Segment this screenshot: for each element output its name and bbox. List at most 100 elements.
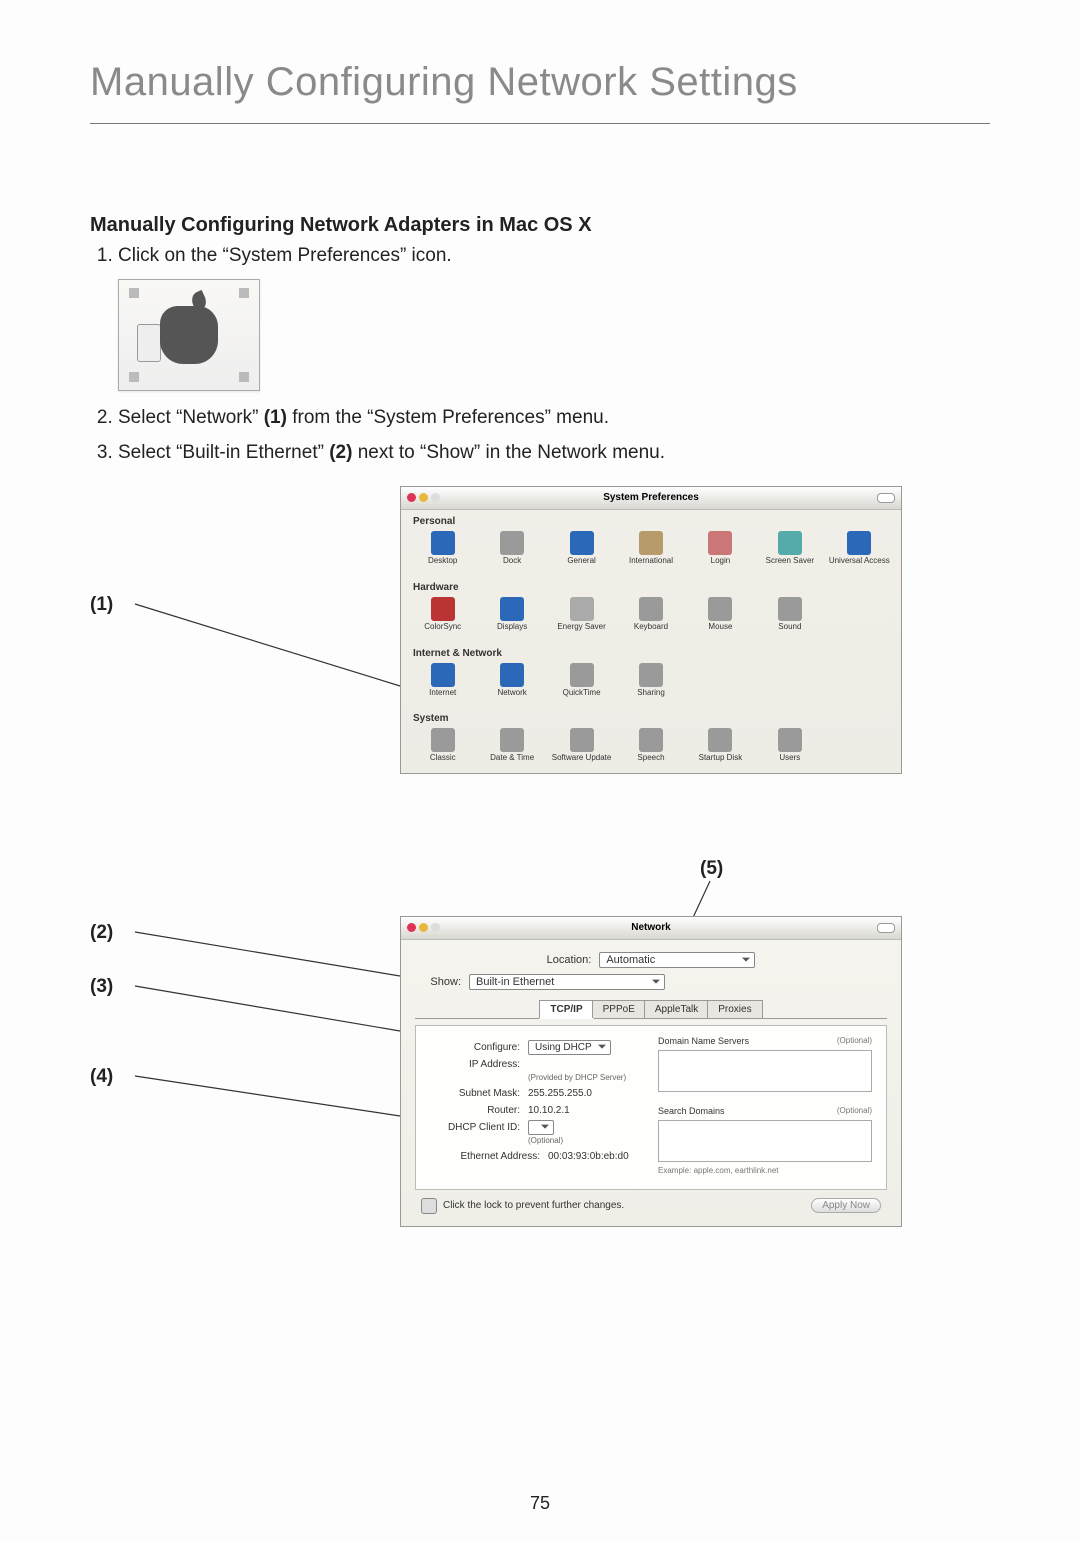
- pref-item[interactable]: Login: [689, 531, 752, 566]
- router-label: Router:: [430, 1105, 528, 1116]
- pref-item[interactable]: ColorSync: [411, 597, 474, 632]
- software-update-icon: [570, 728, 594, 752]
- search-optional: (Optional): [837, 1106, 872, 1115]
- pref-item[interactable]: Energy Saver: [550, 597, 613, 632]
- screensaver-icon: [778, 531, 802, 555]
- toolbar-pill-icon[interactable]: [877, 923, 895, 933]
- toolbar-pill-icon[interactable]: [877, 493, 895, 503]
- pref-item[interactable]: Date & Time: [480, 728, 543, 763]
- speech-icon: [639, 728, 663, 752]
- login-icon: [708, 531, 732, 555]
- step-3: Select “Built-in Ethernet” (2) next to “…: [118, 440, 990, 466]
- subnet-value: 255.255.255.0: [528, 1088, 644, 1099]
- configure-label: Configure:: [430, 1042, 528, 1053]
- energy-saver-icon: [570, 597, 594, 621]
- dns-input[interactable]: [658, 1050, 872, 1092]
- pref-item[interactable]: Desktop: [411, 531, 474, 566]
- window-title: Network: [401, 922, 901, 933]
- pref-item[interactable]: Displays: [480, 597, 543, 632]
- colorsync-icon: [431, 597, 455, 621]
- page-title: Manually Configuring Network Settings: [90, 60, 990, 124]
- configure-select[interactable]: Using DHCP: [528, 1040, 611, 1055]
- quicktime-icon: [570, 663, 594, 687]
- show-label: Show:: [415, 976, 469, 988]
- desktop-icon: [431, 531, 455, 555]
- universal-access-icon: [847, 531, 871, 555]
- pref-item[interactable]: Sharing: [619, 663, 682, 698]
- pref-item-network[interactable]: Network: [480, 663, 543, 698]
- ip-label: IP Address:: [430, 1059, 528, 1070]
- apply-now-button[interactable]: Apply Now: [811, 1198, 881, 1213]
- section-label: Hardware: [413, 582, 891, 593]
- ethernet-address-value: 00:03:93:0b:eb:d0: [548, 1151, 644, 1162]
- section-personal: Personal Desktop Dock General Internatio…: [401, 510, 901, 576]
- step-2-bold: (1): [264, 407, 287, 428]
- pref-item[interactable]: Speech: [619, 728, 682, 763]
- callout-4: (4): [90, 1066, 113, 1088]
- step-3-post: next to “Show” in the Network menu.: [352, 442, 665, 463]
- tab-proxies[interactable]: Proxies: [707, 1000, 762, 1018]
- startup-disk-icon: [708, 728, 732, 752]
- callout-3: (3): [90, 976, 113, 998]
- titlebar: System Preferences: [401, 487, 901, 510]
- apple-logo-icon: [160, 306, 218, 364]
- pref-item[interactable]: Startup Disk: [689, 728, 752, 763]
- sound-icon: [778, 597, 802, 621]
- pref-item[interactable]: Classic: [411, 728, 474, 763]
- search-domains-label: Search Domains: [658, 1106, 725, 1116]
- location-label: Location:: [547, 954, 600, 966]
- pref-item[interactable]: International: [619, 531, 682, 566]
- page-number: 75: [0, 1493, 1080, 1514]
- search-domains-input[interactable]: [658, 1120, 872, 1162]
- network-window: Network Location: Automatic Show: Built-…: [400, 916, 902, 1227]
- titlebar: Network: [401, 917, 901, 940]
- pref-item[interactable]: Dock: [480, 531, 543, 566]
- network-icon: [500, 663, 524, 687]
- tab-pppoe[interactable]: PPPoE: [592, 1000, 646, 1018]
- pref-item[interactable]: Universal Access: [828, 531, 891, 566]
- step-2-post: from the “System Preferences” menu.: [287, 407, 609, 428]
- pref-item[interactable]: Keyboard: [619, 597, 682, 632]
- date-time-icon: [500, 728, 524, 752]
- pref-item[interactable]: Sound: [758, 597, 821, 632]
- dns-optional: (Optional): [837, 1036, 872, 1045]
- pref-item[interactable]: Software Update: [550, 728, 613, 763]
- users-icon: [778, 728, 802, 752]
- tab-tcpip[interactable]: TCP/IP: [539, 1000, 593, 1019]
- subnet-label: Subnet Mask:: [430, 1088, 528, 1099]
- step-3-bold: (2): [329, 442, 352, 463]
- general-icon: [570, 531, 594, 555]
- pref-item[interactable]: Mouse: [689, 597, 752, 632]
- displays-icon: [500, 597, 524, 621]
- step-3-pre: Select “Built-in Ethernet”: [118, 442, 329, 463]
- handle-icon: [129, 372, 139, 382]
- tcpip-panel: Configure: Using DHCP IP Address: (Provi…: [415, 1025, 887, 1190]
- dhcp-client-input[interactable]: [528, 1120, 554, 1135]
- pref-item[interactable]: General: [550, 531, 613, 566]
- lock-icon[interactable]: [421, 1198, 437, 1214]
- pref-item[interactable]: QuickTime: [550, 663, 613, 698]
- sharing-icon: [639, 663, 663, 687]
- handle-icon: [129, 288, 139, 298]
- international-icon: [639, 531, 663, 555]
- keyboard-icon: [639, 597, 663, 621]
- step-2-pre: Select “Network”: [118, 407, 264, 428]
- handle-icon: [239, 288, 249, 298]
- lightswitch-icon: [137, 324, 161, 362]
- pref-item[interactable]: Users: [758, 728, 821, 763]
- location-select[interactable]: Automatic: [599, 952, 755, 968]
- system-preferences-window: System Preferences Personal Desktop Dock…: [400, 486, 902, 774]
- tab-appletalk[interactable]: AppleTalk: [644, 1000, 709, 1018]
- step-1-text: Click on the “System Preferences” icon.: [118, 245, 452, 266]
- pref-item[interactable]: Screen Saver: [758, 531, 821, 566]
- internet-icon: [431, 663, 455, 687]
- show-select[interactable]: Built-in Ethernet: [469, 974, 665, 990]
- section-hardware: Hardware ColorSync Displays Energy Saver…: [401, 576, 901, 642]
- tabs: TCP/IP PPPoE AppleTalk Proxies: [415, 1000, 887, 1019]
- example-text: Example: apple.com, earthlink.net: [658, 1166, 872, 1175]
- steps-list-cont: Select “Network” (1) from the “System Pr…: [90, 405, 990, 466]
- section-internet-network: Internet & Network Internet Network Quic…: [401, 642, 901, 708]
- section-title: Manually Configuring Network Adapters in…: [90, 214, 990, 237]
- pref-item[interactable]: Internet: [411, 663, 474, 698]
- section-system: System Classic Date & Time Software Upda…: [401, 707, 901, 773]
